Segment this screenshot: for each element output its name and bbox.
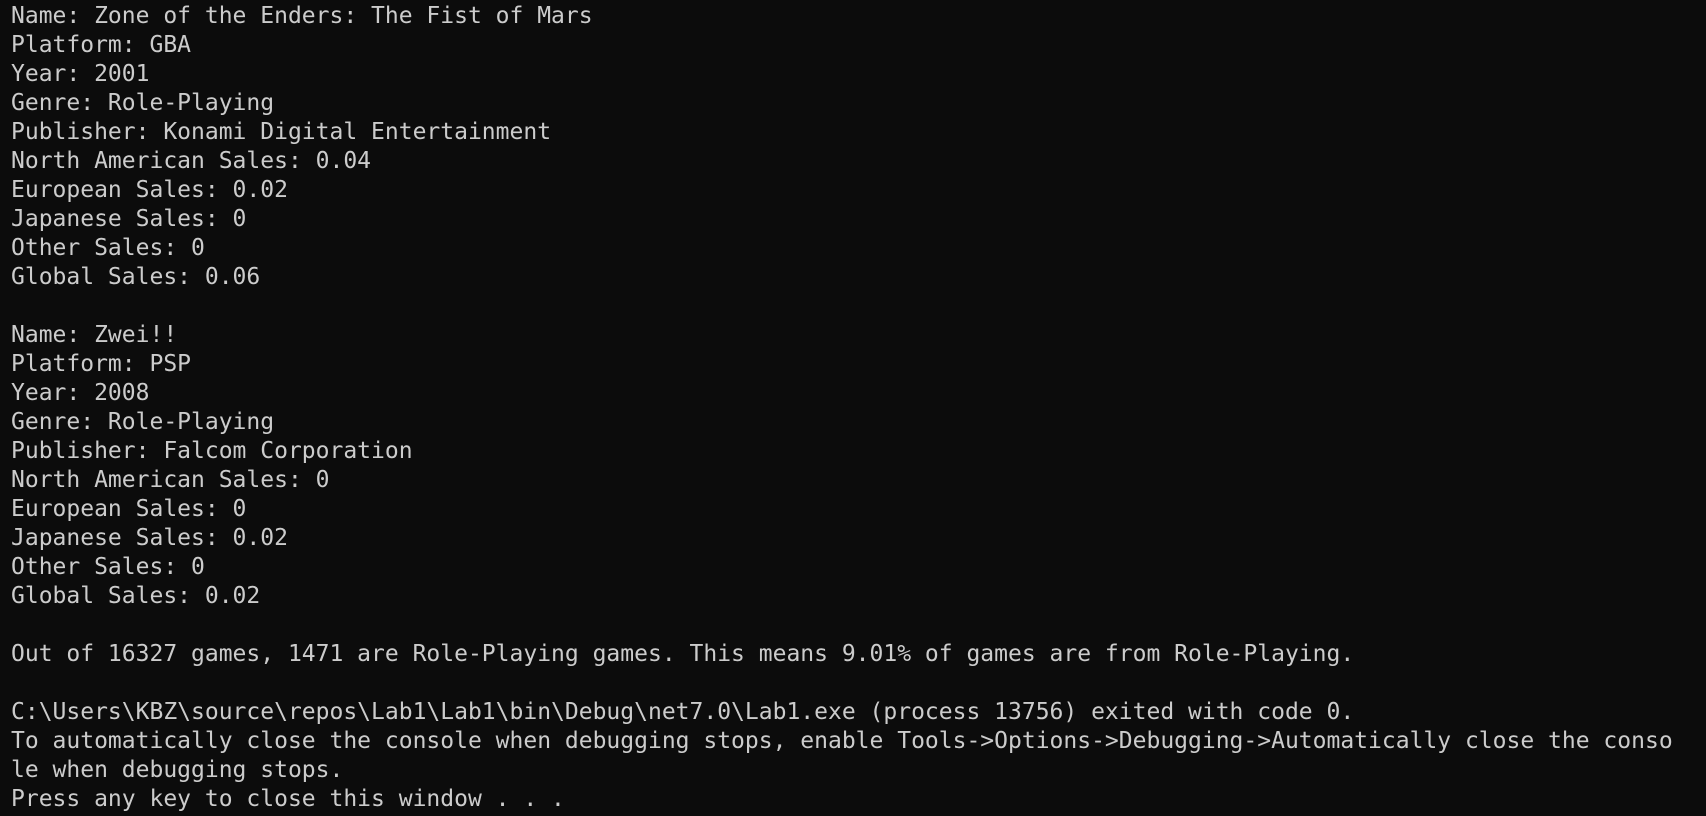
auto-close-hint-line-1: To automatically close the console when … [11,728,1673,754]
game-record: Name: Zone of the Enders: The Fist of Ma… [11,2,1706,292]
console-window[interactable]: Name: Zone of the Enders: The Fist of Ma… [0,0,1706,816]
record-eu-sales: European Sales: 0.02 [11,177,288,203]
record-platform: Platform: GBA [11,32,192,58]
record-platform: Platform: PSP [11,351,192,377]
record-genre: Genre: Role-Playing [11,409,275,435]
record-name: Name: Zone of the Enders: The Fist of Ma… [11,3,593,29]
record-year: Year: 2001 [11,61,150,87]
record-publisher: Publisher: Konami Digital Entertainment [11,119,552,145]
record-name: Name: Zwei!! [11,322,178,348]
record-other-sales: Other Sales: 0 [11,235,205,261]
record-eu-sales: European Sales: 0 [11,496,247,522]
game-record: Name: Zwei!! Platform: PSP Year: 2008 Ge… [11,321,1706,611]
process-exit-message: C:\Users\KBZ\source\repos\Lab1\Lab1\bin\… [11,699,1355,725]
record-jp-sales: Japanese Sales: 0 [11,206,247,232]
record-global-sales: Global Sales: 0.06 [11,264,261,290]
auto-close-hint-line-2: le when debugging stops. [11,757,344,783]
record-na-sales: North American Sales: 0 [11,467,330,493]
record-global-sales: Global Sales: 0.02 [11,583,261,609]
record-year: Year: 2008 [11,380,150,406]
press-any-key-prompt: Press any key to close this window . . . [11,786,565,812]
record-publisher: Publisher: Falcom Corporation [11,438,413,464]
record-jp-sales: Japanese Sales: 0.02 [11,525,288,551]
record-na-sales: North American Sales: 0.04 [11,148,372,174]
record-genre: Genre: Role-Playing [11,90,275,116]
summary-line: Out of 16327 games, 1471 are Role-Playin… [11,641,1355,667]
record-other-sales: Other Sales: 0 [11,554,205,580]
